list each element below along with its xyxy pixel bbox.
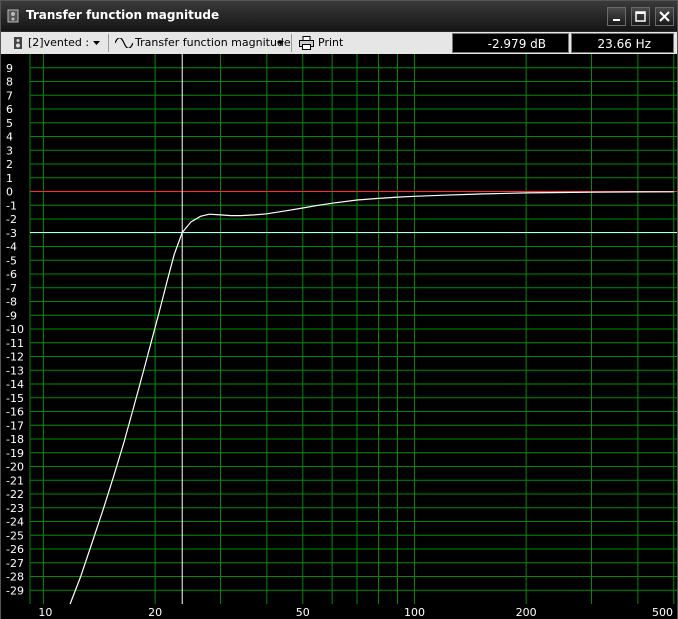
- speaker-box-icon: [14, 37, 22, 49]
- close-button[interactable]: [655, 7, 674, 26]
- speaker-box-icon: [7, 9, 19, 23]
- y-tick-label: -15: [6, 392, 24, 405]
- y-tick-label: -5: [6, 254, 17, 267]
- print-button[interactable]: Print: [298, 34, 348, 52]
- y-tick-label: -18: [6, 433, 24, 446]
- view-select-value: Transfer function magnitude: [135, 36, 291, 49]
- y-tick-label: -1: [6, 199, 17, 212]
- y-tick-label: 5: [6, 117, 13, 130]
- y-tick-label: -11: [6, 337, 24, 350]
- level-readout: -2.979 dB: [452, 33, 569, 53]
- window-title: Transfer function magnitude: [26, 8, 220, 22]
- toolbar-separator: [291, 34, 292, 52]
- y-tick-label: -20: [6, 461, 24, 474]
- y-tick-label: -21: [6, 474, 24, 487]
- x-tick-label: 100: [404, 606, 425, 619]
- y-tick-label: -28: [6, 571, 24, 584]
- y-tick-label: -9: [6, 309, 17, 322]
- x-tick-label: 10: [38, 606, 52, 619]
- y-tick-label: -10: [6, 323, 24, 336]
- maximize-icon: [635, 11, 646, 22]
- y-tick-label: 9: [6, 62, 13, 75]
- y-tick-label: 4: [6, 131, 13, 144]
- grid: [29, 54, 677, 604]
- box-select[interactable]: [2]vented :: [11, 34, 103, 52]
- y-tick-label: 1: [6, 172, 13, 185]
- y-tick-label: -7: [6, 282, 17, 295]
- y-tick-label: 0: [6, 186, 13, 199]
- y-tick-label: -4: [6, 241, 17, 254]
- view-select[interactable]: Transfer function magnitude: [114, 34, 291, 52]
- y-tick-label: -14: [6, 378, 24, 391]
- y-tick-label: -2: [6, 213, 17, 226]
- close-icon: [659, 11, 670, 22]
- y-tick-label: -3: [6, 227, 17, 240]
- y-tick-label: 8: [6, 76, 13, 89]
- y-tick-label: -8: [6, 296, 17, 309]
- x-tick-label: 20: [148, 606, 162, 619]
- box-select-value: [2]vented :: [28, 36, 90, 49]
- y-tick-label: -16: [6, 406, 24, 419]
- printer-icon: [299, 36, 314, 50]
- y-tick-label: -23: [6, 502, 24, 515]
- y-tick-label: -17: [6, 419, 24, 432]
- minimize-icon: [613, 19, 620, 21]
- plot-background: [1, 54, 677, 619]
- title-bar[interactable]: Transfer function magnitude: [1, 1, 677, 31]
- minimize-button[interactable]: [607, 7, 626, 26]
- x-tick-label: 500: [652, 606, 673, 619]
- magnitude-chart[interactable]: 9876543210-1-2-3-4-5-6-7-8-9-10-11-12-13…: [1, 54, 677, 619]
- y-tick-label: -6: [6, 268, 17, 281]
- y-tick-label: -24: [6, 516, 24, 529]
- chevron-down-icon: [93, 41, 100, 45]
- x-tick-label: 50: [296, 606, 310, 619]
- maximize-button[interactable]: [631, 7, 650, 26]
- y-tick-label: -19: [6, 447, 24, 460]
- y-tick-label: 6: [6, 103, 13, 116]
- y-tick-label: 3: [6, 144, 13, 157]
- window: Transfer function magnitude [2]vented : …: [0, 0, 678, 619]
- frequency-readout: 23.66 Hz: [571, 33, 674, 53]
- toolbar: [2]vented : Transfer function magnitude …: [1, 32, 677, 55]
- y-tick-label: -26: [6, 543, 24, 556]
- y-tick-label: 7: [6, 89, 13, 102]
- y-tick-label: -25: [6, 529, 24, 542]
- y-tick-label: -22: [6, 488, 24, 501]
- y-tick-label: -12: [6, 351, 24, 364]
- waveform-icon: [115, 38, 133, 48]
- x-tick-label: 200: [516, 606, 537, 619]
- y-tick-label: 2: [6, 158, 13, 171]
- print-label: Print: [318, 36, 344, 49]
- toolbar-separator: [108, 34, 109, 52]
- y-tick-label: -29: [6, 584, 24, 597]
- chevron-down-icon: [277, 41, 284, 45]
- y-tick-label: -13: [6, 364, 24, 377]
- y-tick-label: -27: [6, 557, 24, 570]
